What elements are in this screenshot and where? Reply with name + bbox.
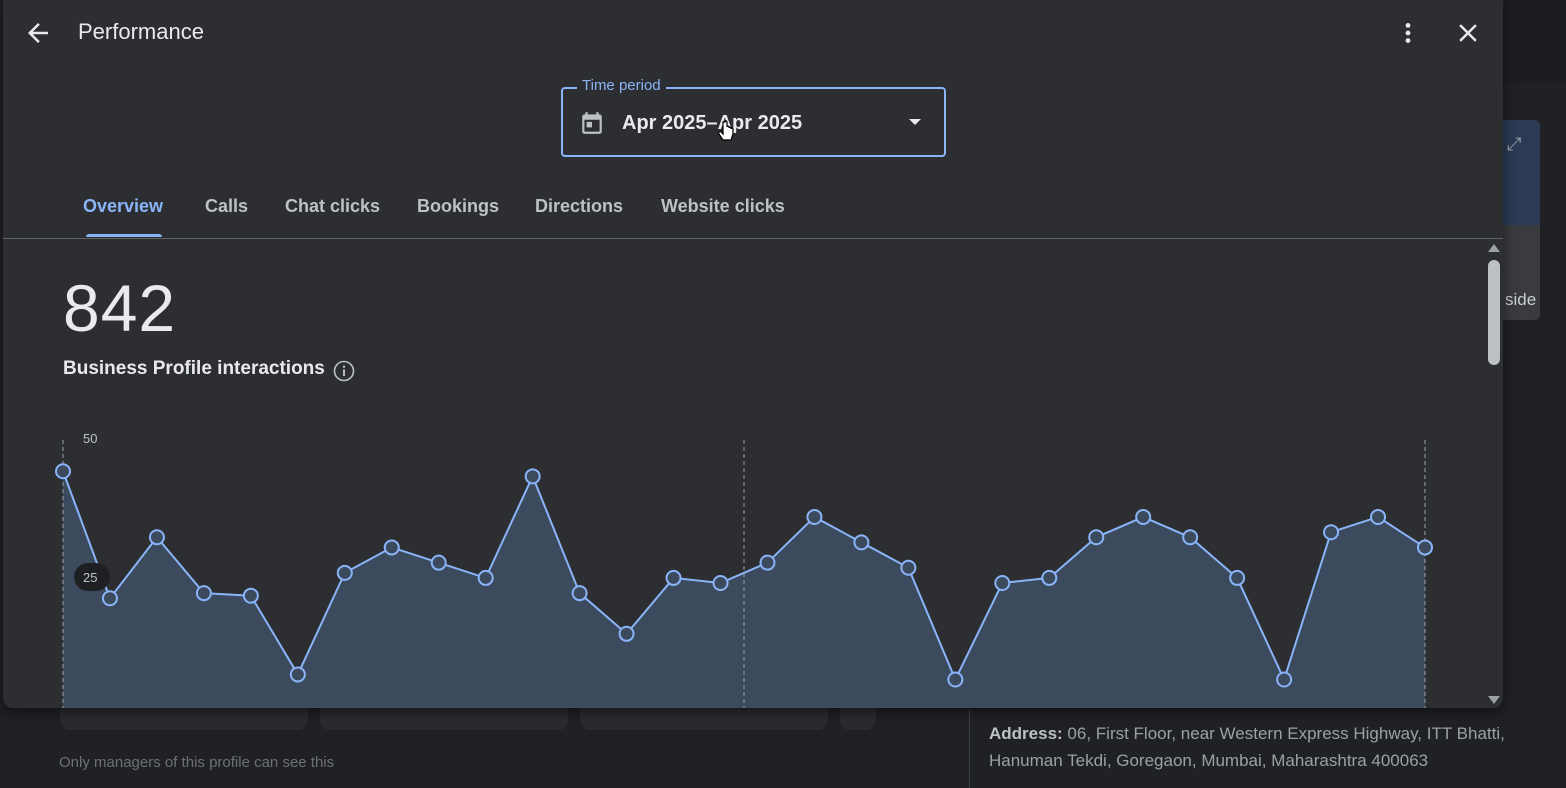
background-card[interactable] (320, 708, 568, 730)
address-block: Address: 06, First Floor, near Western E… (969, 710, 1566, 788)
tab-overview[interactable]: Overview (83, 196, 163, 217)
tab-bookings[interactable]: Bookings (417, 196, 499, 217)
scroll-thumb[interactable] (1488, 260, 1500, 365)
expand-icon[interactable]: ⤢ (1507, 134, 1521, 155)
chart-point (1229, 569, 1246, 586)
mouse-pointer-icon (718, 120, 734, 141)
chart-point (1276, 671, 1293, 688)
tab-chat-clicks[interactable]: Chat clicks (285, 196, 380, 217)
chart-point (55, 463, 71, 480)
time-period-select[interactable]: Time period Apr 2025–Apr 2025 (561, 77, 946, 157)
active-tab-indicator (86, 234, 162, 237)
chart-point (947, 671, 964, 688)
chart-point (1182, 529, 1199, 546)
interactions-total: 842 (63, 271, 177, 345)
chart-point (759, 554, 776, 571)
chart-point (900, 559, 917, 576)
chart-point (665, 569, 682, 586)
address-label: Address: (989, 724, 1063, 743)
chart-point (242, 587, 259, 604)
chart-point (148, 529, 165, 546)
scroll-down-arrow[interactable] (1488, 696, 1500, 704)
more-options-button[interactable] (1395, 18, 1421, 48)
interactions-label: Business Profile interactions (63, 358, 325, 379)
background-card[interactable] (840, 708, 876, 730)
caret-down-icon (909, 119, 921, 125)
info-icon[interactable] (332, 359, 356, 383)
background-card[interactable] (60, 708, 308, 730)
chart-point (477, 569, 494, 586)
chart-point (383, 539, 400, 556)
tab-calls[interactable]: Calls (205, 196, 248, 217)
close-button[interactable] (1453, 18, 1483, 48)
chart-point (994, 575, 1011, 591)
arrow-left-icon (28, 23, 48, 43)
managers-note: Only managers of this profile can see th… (59, 754, 335, 771)
chart-point (853, 534, 870, 551)
chart-point (101, 590, 118, 607)
chart-point (1370, 508, 1387, 525)
chart-point (1041, 569, 1058, 586)
performance-tabs: Overview Calls Chat clicks Bookings Dire… (3, 190, 1503, 239)
chart-point (195, 585, 212, 602)
interactions-chart: 50 25 (55, 431, 1433, 708)
chart-point (1323, 524, 1340, 541)
background-card[interactable] (580, 708, 828, 730)
background-cards (60, 708, 876, 730)
scroll-up-arrow[interactable] (1488, 244, 1500, 252)
chart-point (1088, 529, 1105, 546)
back-button[interactable] (23, 18, 53, 48)
chart-point (336, 564, 353, 581)
chart-point (524, 468, 541, 485)
photo-label: side (1505, 290, 1537, 309)
chart-point (1135, 508, 1152, 525)
tab-directions[interactable]: Directions (535, 196, 623, 217)
scrollbar[interactable] (1485, 242, 1503, 708)
y-tick-label: 50 (83, 431, 97, 446)
chart-point (289, 666, 306, 683)
address-line-1: 06, First Floor, near Western Express Hi… (1067, 724, 1505, 743)
calendar-icon (582, 112, 602, 134)
chart-point (571, 585, 588, 602)
chart-point (1417, 539, 1433, 556)
y-tick-label: 25 (83, 570, 97, 585)
close-icon (1459, 24, 1477, 42)
tab-website-clicks[interactable]: Website clicks (661, 196, 785, 217)
time-period-label: Time period (577, 77, 666, 94)
map-thumbnail[interactable]: ⤢ side (1503, 120, 1540, 320)
chart-point (712, 575, 729, 591)
chart-point (806, 508, 823, 525)
chart-point (430, 554, 447, 571)
time-period-value: Apr 2025–Apr 2025 (622, 112, 803, 134)
dialog-title: Performance (78, 19, 204, 44)
chart-point (618, 625, 635, 642)
address-line-2: Hanuman Tekdi, Goregaon, Mumbai, Maharas… (989, 751, 1429, 770)
more-vert-icon (1405, 23, 1411, 43)
performance-dialog: Performance Time period Apr 2025–Apr 202… (3, 0, 1503, 708)
background-header-strip (1503, 0, 1566, 82)
